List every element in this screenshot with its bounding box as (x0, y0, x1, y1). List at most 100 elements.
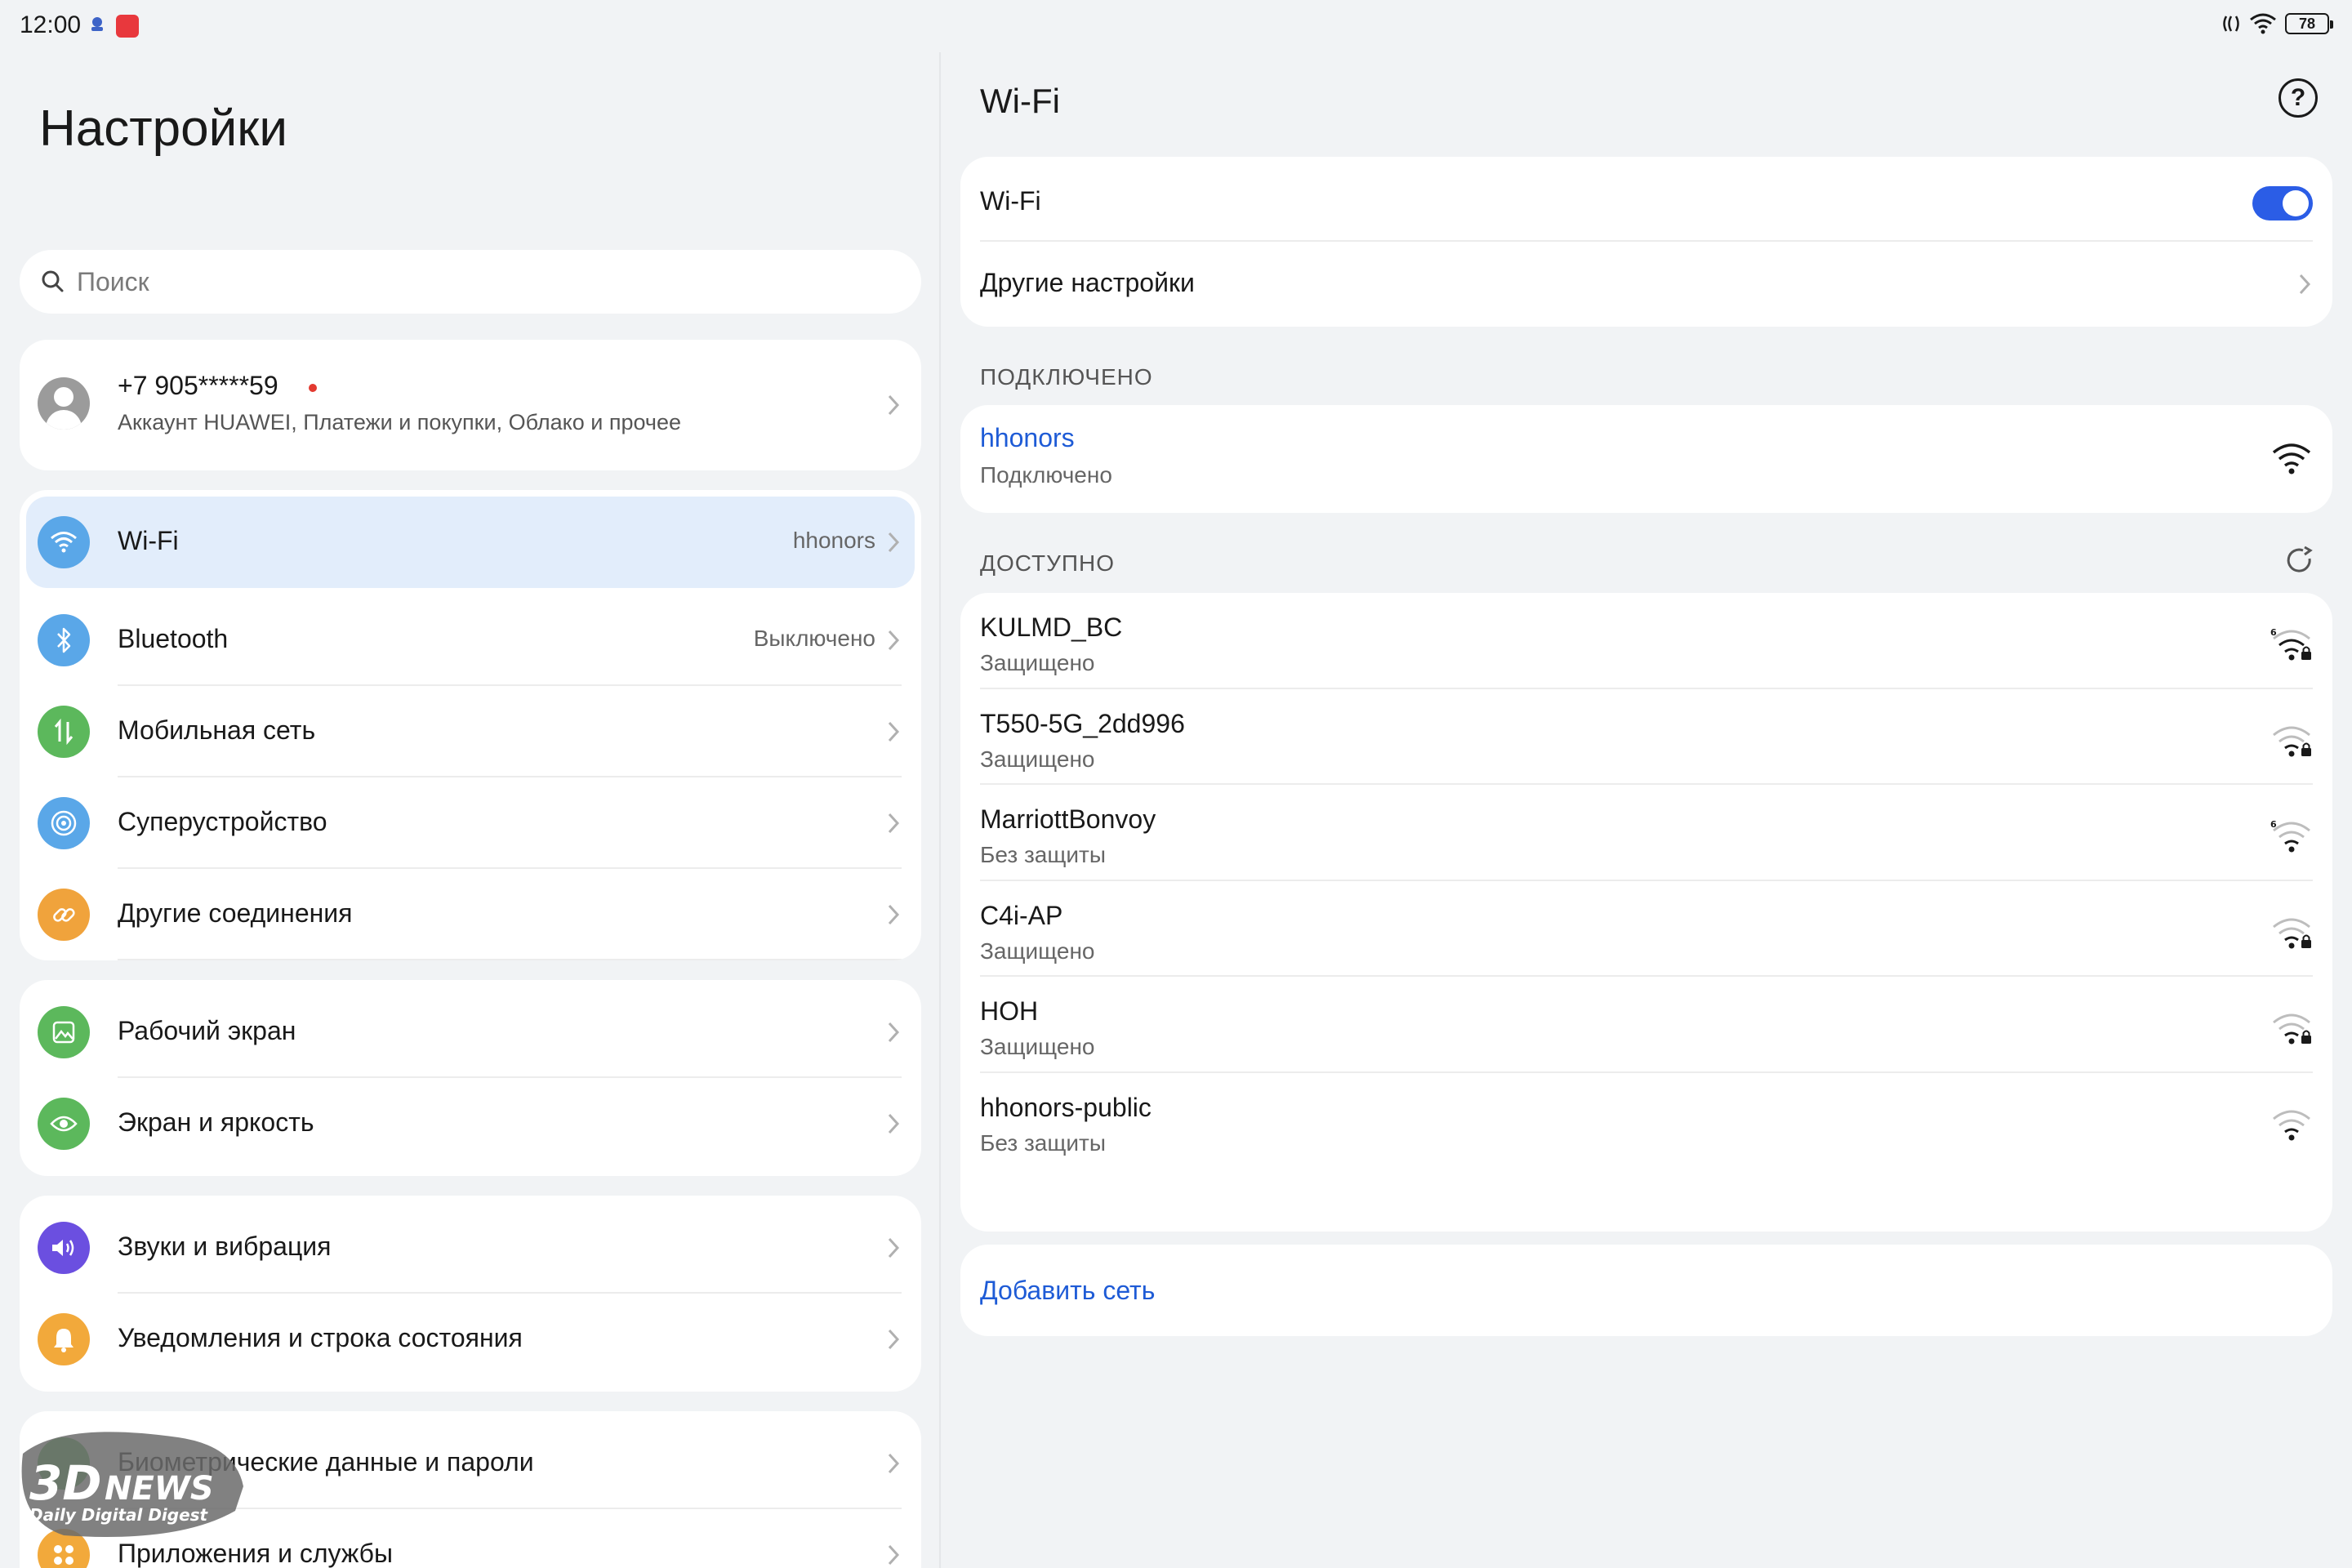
network-status: Защищено (980, 938, 1095, 964)
help-icon[interactable]: ? (2278, 78, 2318, 118)
status-bar: 12:00 78 (0, 0, 2352, 52)
nfc-icon (2223, 16, 2239, 32)
chevron-right-icon (888, 630, 900, 651)
connected-network-name: hhonors (980, 423, 1075, 452)
settings-item-other-connections[interactable]: Другие соединения (20, 869, 921, 960)
chevron-right-icon (888, 1329, 900, 1350)
wifi-signal-open-icon (2273, 1110, 2310, 1140)
network-status: Защищено (980, 650, 1095, 675)
network-name: MarriottBonvoy (980, 804, 1156, 834)
settings-item-label: Рабочий экран (118, 1016, 296, 1045)
svg-text:Daily Digital Digest: Daily Digital Digest (29, 1505, 209, 1525)
battery-indicator: 78 (2285, 13, 2333, 34)
network-status: Без защиты (980, 842, 1106, 867)
svg-text:6: 6 (2270, 627, 2277, 638)
chevron-right-icon (888, 1113, 900, 1134)
settings-item-notifications[interactable]: Уведомления и строка состояния (20, 1294, 921, 1385)
wifi-toggle-switch[interactable] (2252, 186, 2313, 220)
network-name: hhonors-public (980, 1092, 1152, 1122)
refresh-icon[interactable] (2283, 544, 2316, 577)
settings-item-super-device[interactable]: Суперустройство (20, 777, 921, 869)
network-row[interactable]: MarriottBonvoy Без защиты 6 (960, 785, 2332, 881)
connected-network-card[interactable]: hhonors Подключено (960, 405, 2332, 513)
wifi-toggle-row[interactable]: Wi-Fi (960, 157, 2332, 242)
wifi-signal-locked-icon (2273, 918, 2311, 948)
network-status: Защищено (980, 746, 1095, 772)
home-screen-icon (38, 1006, 90, 1058)
chevron-right-icon (888, 394, 900, 416)
settings-item-home-screen[interactable]: Рабочий экран (20, 987, 921, 1078)
chevron-right-icon (2299, 274, 2311, 295)
chevron-right-icon (888, 1022, 900, 1043)
connections-group: Wi-Fi hhonors Bluetooth Выключено Мобиль… (20, 490, 921, 960)
chevron-right-icon (888, 532, 900, 553)
available-header: ДОСТУПНО (980, 550, 1116, 576)
network-name: KULMD_BC (980, 612, 1123, 642)
network-row[interactable]: T550-5G_2dd996 Защищено (960, 689, 2332, 785)
network-status: Защищено (980, 1034, 1095, 1059)
account-card[interactable]: +7 905*****59 Аккаунт HUAWEI, Платежи и … (20, 340, 921, 470)
account-badge-dot (309, 384, 317, 392)
settings-item-label: Уведомления и строка состояния (118, 1323, 523, 1352)
sound-icon (38, 1222, 90, 1274)
sound-notifications-group: Звуки и вибрация Уведомления и строка со… (20, 1196, 921, 1392)
settings-item-label: Звуки и вибрация (118, 1232, 332, 1261)
wifi-icon (38, 516, 90, 568)
notification-icon (91, 17, 103, 31)
settings-item-label: Wi-Fi (118, 526, 179, 555)
settings-item-label: Другие соединения (118, 898, 353, 928)
watermark-logo: 3D NEWS Daily Digital Digest (15, 1421, 244, 1544)
connected-header: ПОДКЛЮЧЕНО (980, 364, 1153, 390)
app-notification-icon (116, 15, 139, 38)
other-settings-row[interactable]: Другие настройки (960, 242, 2332, 327)
available-networks-card: KULMD_BC Защищено 6 T550-5G_2dd996 Защищено M… (960, 593, 2332, 1232)
settings-item-label: Суперустройство (118, 807, 327, 836)
network-name: C4i-AP (980, 900, 1063, 930)
avatar (38, 377, 90, 430)
wifi-toggle-card: Wi-Fi Другие настройки (960, 157, 2332, 327)
network-row[interactable]: C4i-AP Защищено (960, 881, 2332, 977)
wifi-signal-full-icon (2272, 443, 2311, 474)
page-title: Настройки (39, 100, 288, 157)
mobile-data-icon (38, 706, 90, 758)
wifi-signal-locked-icon (2273, 1013, 2311, 1045)
divider (118, 959, 902, 960)
svg-text:6: 6 (2270, 819, 2277, 830)
settings-item-value: hhonors (792, 528, 875, 553)
eye-icon (38, 1098, 90, 1150)
settings-item-sounds[interactable]: Звуки и вибрация (20, 1202, 921, 1294)
bluetooth-icon (38, 614, 90, 666)
svg-text:NEWS: NEWS (105, 1470, 214, 1508)
bell-icon (38, 1313, 90, 1365)
search-bar[interactable] (20, 250, 921, 314)
network-name: HOH (980, 996, 1039, 1026)
status-time: 12:00 (20, 11, 82, 38)
super-device-icon (38, 797, 90, 849)
settings-item-bluetooth[interactable]: Bluetooth Выключено (20, 595, 921, 686)
other-settings-label: Другие настройки (980, 268, 1195, 297)
settings-item-display-brightness[interactable]: Экран и яркость (20, 1078, 921, 1169)
network-row[interactable]: KULMD_BC Защищено 6 (960, 593, 2332, 689)
chevron-right-icon (888, 904, 900, 925)
search-icon (42, 270, 64, 292)
chevron-right-icon (888, 1453, 900, 1474)
network-row[interactable]: HOH Защищено (960, 977, 2332, 1073)
wifi-signal-locked-icon: 6 (2270, 627, 2311, 661)
display-group: Рабочий экран Экран и яркость (20, 980, 921, 1176)
settings-item-mobile-network[interactable]: Мобильная сеть (20, 686, 921, 777)
settings-item-wifi[interactable]: Wi-Fi hhonors (26, 497, 915, 588)
wifi-status-icon (2250, 13, 2276, 34)
wifi-pane: Wi-Fi ? Wi-Fi Другие настройки ПОДКЛЮЧЕН… (941, 52, 2352, 1568)
search-input[interactable] (77, 250, 893, 314)
add-network-card[interactable]: Добавить сеть (960, 1245, 2332, 1336)
account-subtitle: Аккаунт HUAWEI, Платежи и покупки, Облак… (118, 410, 681, 434)
connected-network-row[interactable]: hhonors Подключено (960, 405, 2332, 513)
network-status: Без защиты (980, 1129, 1106, 1156)
svg-text:3D: 3D (29, 1455, 102, 1511)
account-phone: +7 905*****59 (118, 371, 278, 400)
network-row[interactable]: hhonors-public Без защиты (960, 1073, 2332, 1169)
settings-item-label: Bluetooth (118, 624, 229, 653)
chevron-right-icon (888, 813, 900, 834)
add-network-button[interactable]: Добавить сеть (980, 1276, 1155, 1306)
link-icon (38, 889, 90, 941)
